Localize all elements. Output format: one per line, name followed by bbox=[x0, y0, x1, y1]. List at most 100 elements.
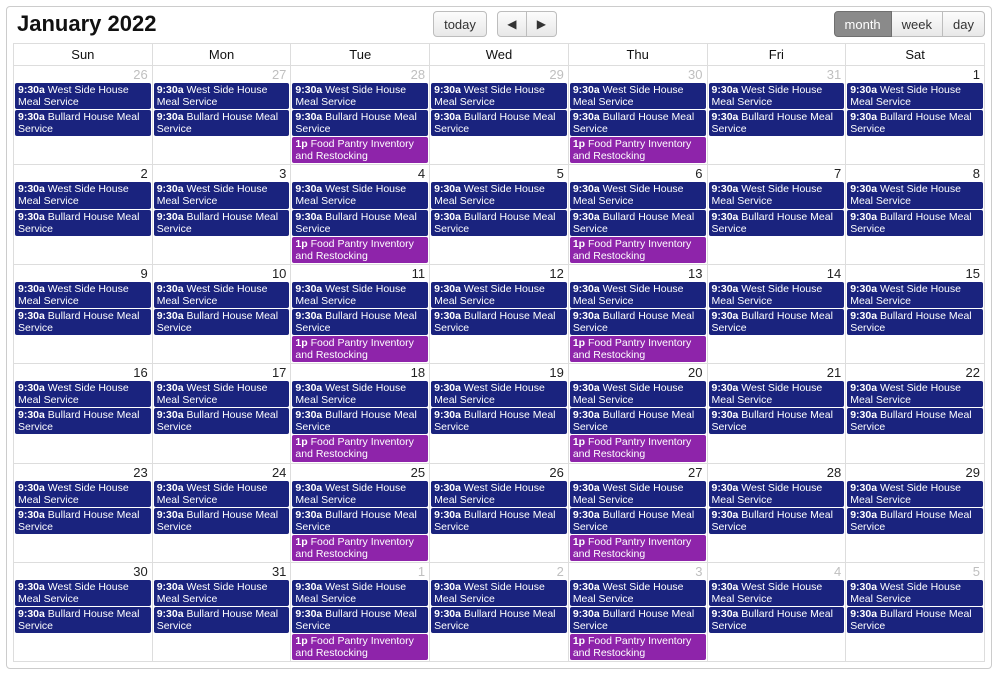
day-cell[interactable]: 309:30a West Side House Meal Service9:30… bbox=[568, 66, 707, 165]
calendar-event[interactable]: 9:30a West Side House Meal Service bbox=[431, 580, 567, 606]
day-cell[interactable]: 19:30a West Side House Meal Service9:30a… bbox=[291, 562, 430, 661]
calendar-event[interactable]: 9:30a Bullard House Meal Service bbox=[847, 210, 983, 236]
calendar-event[interactable]: 9:30a Bullard House Meal Service bbox=[15, 309, 151, 335]
view-month-button[interactable]: month bbox=[834, 11, 892, 37]
calendar-event[interactable]: 9:30a Bullard House Meal Service bbox=[570, 210, 706, 236]
calendar-event[interactable]: 9:30a West Side House Meal Service bbox=[292, 580, 428, 606]
day-cell[interactable]: 59:30a West Side House Meal Service9:30a… bbox=[846, 562, 985, 661]
day-cell[interactable]: 59:30a West Side House Meal Service9:30a… bbox=[430, 165, 569, 264]
calendar-event[interactable]: 9:30a Bullard House Meal Service bbox=[570, 508, 706, 534]
calendar-event[interactable]: 9:30a West Side House Meal Service bbox=[292, 83, 428, 109]
calendar-event[interactable]: 9:30a Bullard House Meal Service bbox=[292, 309, 428, 335]
calendar-event[interactable]: 9:30a Bullard House Meal Service bbox=[709, 210, 845, 236]
day-cell[interactable]: 39:30a West Side House Meal Service9:30a… bbox=[568, 562, 707, 661]
calendar-event[interactable]: 9:30a West Side House Meal Service bbox=[709, 381, 845, 407]
calendar-event[interactable]: 9:30a Bullard House Meal Service bbox=[570, 408, 706, 434]
calendar-event[interactable]: 1p Food Pantry Inventory and Restocking bbox=[570, 237, 706, 263]
calendar-event[interactable]: 9:30a West Side House Meal Service bbox=[154, 481, 290, 507]
day-cell[interactable]: 69:30a West Side House Meal Service9:30a… bbox=[568, 165, 707, 264]
prev-button[interactable]: ◀ bbox=[497, 11, 527, 37]
calendar-event[interactable]: 1p Food Pantry Inventory and Restocking bbox=[292, 435, 428, 461]
calendar-event[interactable]: 9:30a West Side House Meal Service bbox=[847, 580, 983, 606]
day-cell[interactable]: 29:30a West Side House Meal Service9:30a… bbox=[14, 165, 153, 264]
calendar-event[interactable]: 9:30a Bullard House Meal Service bbox=[292, 607, 428, 633]
day-cell[interactable]: 79:30a West Side House Meal Service9:30a… bbox=[707, 165, 846, 264]
calendar-event[interactable]: 9:30a Bullard House Meal Service bbox=[847, 110, 983, 136]
day-cell[interactable]: 89:30a West Side House Meal Service9:30a… bbox=[846, 165, 985, 264]
today-button[interactable]: today bbox=[433, 11, 487, 37]
day-cell[interactable]: 129:30a West Side House Meal Service9:30… bbox=[430, 264, 569, 363]
day-cell[interactable]: 209:30a West Side House Meal Service9:30… bbox=[568, 364, 707, 463]
day-cell[interactable]: 99:30a West Side House Meal Service9:30a… bbox=[14, 264, 153, 363]
calendar-event[interactable]: 9:30a West Side House Meal Service bbox=[847, 83, 983, 109]
calendar-event[interactable]: 9:30a Bullard House Meal Service bbox=[847, 408, 983, 434]
day-cell[interactable]: 299:30a West Side House Meal Service9:30… bbox=[430, 66, 569, 165]
calendar-event[interactable]: 9:30a West Side House Meal Service bbox=[431, 182, 567, 208]
calendar-event[interactable]: 9:30a West Side House Meal Service bbox=[847, 282, 983, 308]
calendar-event[interactable]: 9:30a Bullard House Meal Service bbox=[431, 508, 567, 534]
calendar-event[interactable]: 9:30a West Side House Meal Service bbox=[709, 182, 845, 208]
calendar-event[interactable]: 9:30a West Side House Meal Service bbox=[570, 580, 706, 606]
day-cell[interactable]: 29:30a West Side House Meal Service9:30a… bbox=[430, 562, 569, 661]
day-cell[interactable]: 119:30a West Side House Meal Service9:30… bbox=[291, 264, 430, 363]
calendar-event[interactable]: 9:30a Bullard House Meal Service bbox=[431, 309, 567, 335]
calendar-event[interactable]: 9:30a Bullard House Meal Service bbox=[15, 607, 151, 633]
calendar-event[interactable]: 9:30a West Side House Meal Service bbox=[15, 83, 151, 109]
calendar-event[interactable]: 9:30a West Side House Meal Service bbox=[709, 580, 845, 606]
day-cell[interactable]: 39:30a West Side House Meal Service9:30a… bbox=[152, 165, 291, 264]
calendar-event[interactable]: 9:30a Bullard House Meal Service bbox=[292, 508, 428, 534]
day-cell[interactable]: 179:30a West Side House Meal Service9:30… bbox=[152, 364, 291, 463]
calendar-event[interactable]: 9:30a West Side House Meal Service bbox=[292, 182, 428, 208]
calendar-event[interactable]: 9:30a West Side House Meal Service bbox=[154, 282, 290, 308]
day-cell[interactable]: 309:30a West Side House Meal Service9:30… bbox=[14, 562, 153, 661]
calendar-event[interactable]: 9:30a West Side House Meal Service bbox=[570, 381, 706, 407]
calendar-event[interactable]: 1p Food Pantry Inventory and Restocking bbox=[292, 336, 428, 362]
view-day-button[interactable]: day bbox=[943, 11, 985, 37]
calendar-event[interactable]: 9:30a Bullard House Meal Service bbox=[292, 408, 428, 434]
calendar-event[interactable]: 9:30a Bullard House Meal Service bbox=[15, 210, 151, 236]
calendar-event[interactable]: 1p Food Pantry Inventory and Restocking bbox=[570, 535, 706, 561]
calendar-event[interactable]: 9:30a West Side House Meal Service bbox=[570, 182, 706, 208]
calendar-event[interactable]: 9:30a West Side House Meal Service bbox=[292, 481, 428, 507]
calendar-event[interactable]: 9:30a West Side House Meal Service bbox=[15, 182, 151, 208]
calendar-event[interactable]: 9:30a West Side House Meal Service bbox=[15, 481, 151, 507]
calendar-event[interactable]: 9:30a West Side House Meal Service bbox=[15, 282, 151, 308]
calendar-event[interactable]: 9:30a West Side House Meal Service bbox=[154, 182, 290, 208]
calendar-event[interactable]: 9:30a West Side House Meal Service bbox=[292, 381, 428, 407]
calendar-event[interactable]: 9:30a West Side House Meal Service bbox=[154, 580, 290, 606]
calendar-event[interactable]: 9:30a Bullard House Meal Service bbox=[709, 110, 845, 136]
day-cell[interactable]: 249:30a West Side House Meal Service9:30… bbox=[152, 463, 291, 562]
calendar-event[interactable]: 9:30a Bullard House Meal Service bbox=[154, 508, 290, 534]
day-cell[interactable]: 189:30a West Side House Meal Service9:30… bbox=[291, 364, 430, 463]
calendar-event[interactable]: 1p Food Pantry Inventory and Restocking bbox=[570, 336, 706, 362]
calendar-event[interactable]: 9:30a Bullard House Meal Service bbox=[154, 607, 290, 633]
day-cell[interactable]: 279:30a West Side House Meal Service9:30… bbox=[568, 463, 707, 562]
calendar-event[interactable]: 9:30a West Side House Meal Service bbox=[709, 83, 845, 109]
day-cell[interactable]: 269:30a West Side House Meal Service9:30… bbox=[14, 66, 153, 165]
calendar-event[interactable]: 9:30a Bullard House Meal Service bbox=[431, 408, 567, 434]
calendar-event[interactable]: 9:30a Bullard House Meal Service bbox=[570, 607, 706, 633]
calendar-event[interactable]: 9:30a Bullard House Meal Service bbox=[154, 408, 290, 434]
calendar-event[interactable]: 1p Food Pantry Inventory and Restocking bbox=[292, 634, 428, 660]
calendar-event[interactable]: 1p Food Pantry Inventory and Restocking bbox=[570, 435, 706, 461]
calendar-event[interactable]: 9:30a Bullard House Meal Service bbox=[154, 110, 290, 136]
calendar-event[interactable]: 9:30a West Side House Meal Service bbox=[15, 381, 151, 407]
calendar-event[interactable]: 9:30a West Side House Meal Service bbox=[709, 282, 845, 308]
calendar-event[interactable]: 9:30a Bullard House Meal Service bbox=[15, 408, 151, 434]
day-cell[interactable]: 199:30a West Side House Meal Service9:30… bbox=[430, 364, 569, 463]
calendar-event[interactable]: 9:30a West Side House Meal Service bbox=[847, 381, 983, 407]
day-cell[interactable]: 149:30a West Side House Meal Service9:30… bbox=[707, 264, 846, 363]
calendar-event[interactable]: 9:30a Bullard House Meal Service bbox=[15, 508, 151, 534]
day-cell[interactable]: 49:30a West Side House Meal Service9:30a… bbox=[291, 165, 430, 264]
calendar-event[interactable]: 9:30a Bullard House Meal Service bbox=[847, 309, 983, 335]
day-cell[interactable]: 159:30a West Side House Meal Service9:30… bbox=[846, 264, 985, 363]
day-cell[interactable]: 239:30a West Side House Meal Service9:30… bbox=[14, 463, 153, 562]
day-cell[interactable]: 269:30a West Side House Meal Service9:30… bbox=[430, 463, 569, 562]
day-cell[interactable]: 219:30a West Side House Meal Service9:30… bbox=[707, 364, 846, 463]
calendar-event[interactable]: 9:30a Bullard House Meal Service bbox=[847, 508, 983, 534]
day-cell[interactable]: 139:30a West Side House Meal Service9:30… bbox=[568, 264, 707, 363]
day-cell[interactable]: 19:30a West Side House Meal Service9:30a… bbox=[846, 66, 985, 165]
day-cell[interactable]: 289:30a West Side House Meal Service9:30… bbox=[291, 66, 430, 165]
calendar-event[interactable]: 9:30a West Side House Meal Service bbox=[15, 580, 151, 606]
calendar-event[interactable]: 9:30a Bullard House Meal Service bbox=[709, 508, 845, 534]
